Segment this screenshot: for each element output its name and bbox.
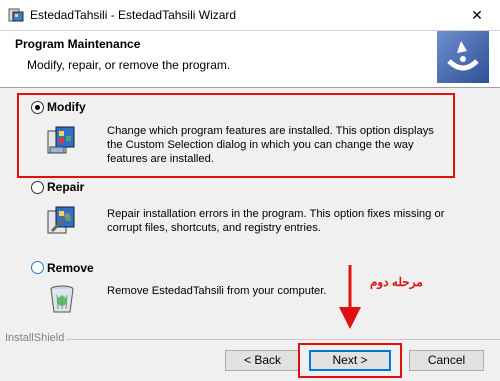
option-description-repair: Repair installation errors in the progra… — [107, 208, 445, 234]
page-title: Program Maintenance — [15, 37, 141, 51]
radio-modify[interactable] — [31, 101, 44, 114]
wizard-header: Program Maintenance Modify, repair, or r… — [0, 31, 500, 88]
installshield-brand: InstallShield — [5, 332, 65, 344]
page-subtitle: Modify, repair, or remove the program. — [27, 58, 231, 72]
back-button[interactable]: < Back — [225, 350, 300, 371]
installer-app-icon — [8, 8, 24, 22]
window-title: EstedadTahsili - EstedadTahsili Wizard — [30, 8, 237, 22]
title-bar: EstedadTahsili - EstedadTahsili Wizard ✕ — [0, 0, 500, 31]
cancel-button[interactable]: Cancel — [409, 350, 484, 371]
recycle-bin-icon — [50, 285, 74, 313]
repair-icon — [47, 206, 75, 234]
next-button[interactable]: Next > — [309, 350, 391, 371]
down-arrow-annotation-icon — [339, 265, 361, 329]
radio-repair[interactable] — [31, 181, 44, 194]
annotation-text: مرحله دوم — [370, 275, 423, 289]
radio-remove[interactable] — [31, 261, 44, 274]
close-icon[interactable]: ✕ — [454, 0, 500, 30]
option-description-modify: Change which program features are instal… — [107, 125, 434, 165]
option-label-remove[interactable]: Remove — [47, 261, 94, 275]
option-label-modify[interactable]: Modify — [47, 100, 86, 114]
installshield-logo-icon — [437, 31, 489, 83]
option-label-repair[interactable]: Repair — [47, 180, 84, 194]
modify-icon — [47, 126, 75, 154]
footer-separator — [66, 339, 500, 340]
